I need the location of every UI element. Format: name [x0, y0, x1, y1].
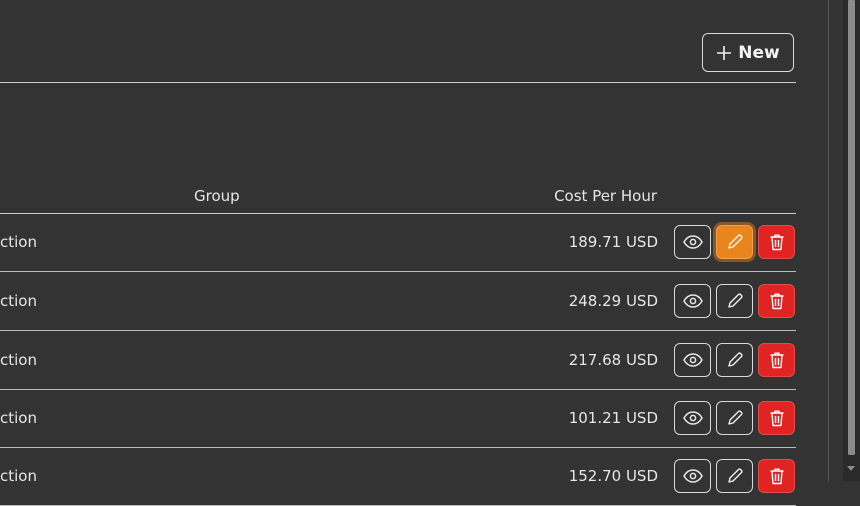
- trash-icon: [769, 233, 785, 251]
- table-row[interactable]: ction 217.68 USD: [0, 331, 796, 390]
- eye-icon: [682, 294, 703, 308]
- view-button[interactable]: [674, 459, 711, 493]
- delete-button[interactable]: [758, 459, 795, 493]
- pencil-icon: [726, 409, 744, 427]
- view-button[interactable]: [674, 343, 711, 377]
- view-button[interactable]: [674, 284, 711, 318]
- trash-icon: [769, 292, 785, 310]
- scrollbar-thumb[interactable]: [848, 0, 855, 455]
- eye-icon: [682, 353, 703, 367]
- edit-button[interactable]: [716, 284, 753, 318]
- eye-icon: [682, 235, 703, 249]
- pencil-icon: [726, 292, 744, 310]
- new-button[interactable]: New: [702, 33, 794, 72]
- row-cost-cell: 248.29 USD: [568, 292, 658, 310]
- scroll-down-arrow-icon[interactable]: [847, 466, 855, 471]
- column-header-cost[interactable]: Cost Per Hour: [554, 187, 657, 205]
- row-cost-cell: 101.21 USD: [568, 409, 658, 427]
- trash-icon: [769, 467, 785, 485]
- table-row[interactable]: ction 101.21 USD: [0, 389, 796, 448]
- delete-button[interactable]: [758, 284, 795, 318]
- table-row[interactable]: ction 248.29 USD: [0, 272, 796, 331]
- delete-button[interactable]: [758, 343, 795, 377]
- panel-edge: [828, 0, 829, 481]
- row-cost-cell: 217.68 USD: [568, 351, 658, 369]
- trash-icon: [769, 409, 785, 427]
- table-row[interactable]: ction 152.70 USD: [0, 447, 796, 506]
- header-divider: [0, 82, 796, 83]
- pencil-icon: [726, 467, 744, 485]
- vertical-scrollbar[interactable]: [843, 0, 860, 481]
- edit-button[interactable]: [716, 225, 753, 259]
- eye-icon: [682, 411, 703, 425]
- row-name-cell: ction: [0, 467, 37, 485]
- table-row[interactable]: ction 189.71 USD: [0, 213, 796, 272]
- new-button-label: New: [738, 42, 780, 63]
- delete-button[interactable]: [758, 225, 795, 259]
- edit-button[interactable]: [716, 459, 753, 493]
- row-name-cell: ction: [0, 292, 37, 310]
- view-button[interactable]: [674, 225, 711, 259]
- delete-button[interactable]: [758, 401, 795, 435]
- row-name-cell: ction: [0, 351, 37, 369]
- view-button[interactable]: [674, 401, 711, 435]
- column-header-group[interactable]: Group: [194, 187, 240, 205]
- pencil-icon: [726, 233, 744, 251]
- plus-icon: [716, 45, 732, 61]
- row-cost-cell: 152.70 USD: [568, 467, 658, 485]
- edit-button[interactable]: [716, 401, 753, 435]
- row-name-cell: ction: [0, 233, 37, 251]
- trash-icon: [769, 351, 785, 369]
- row-name-cell: ction: [0, 409, 37, 427]
- pencil-icon: [726, 351, 744, 369]
- edit-button[interactable]: [716, 343, 753, 377]
- row-cost-cell: 189.71 USD: [568, 233, 658, 251]
